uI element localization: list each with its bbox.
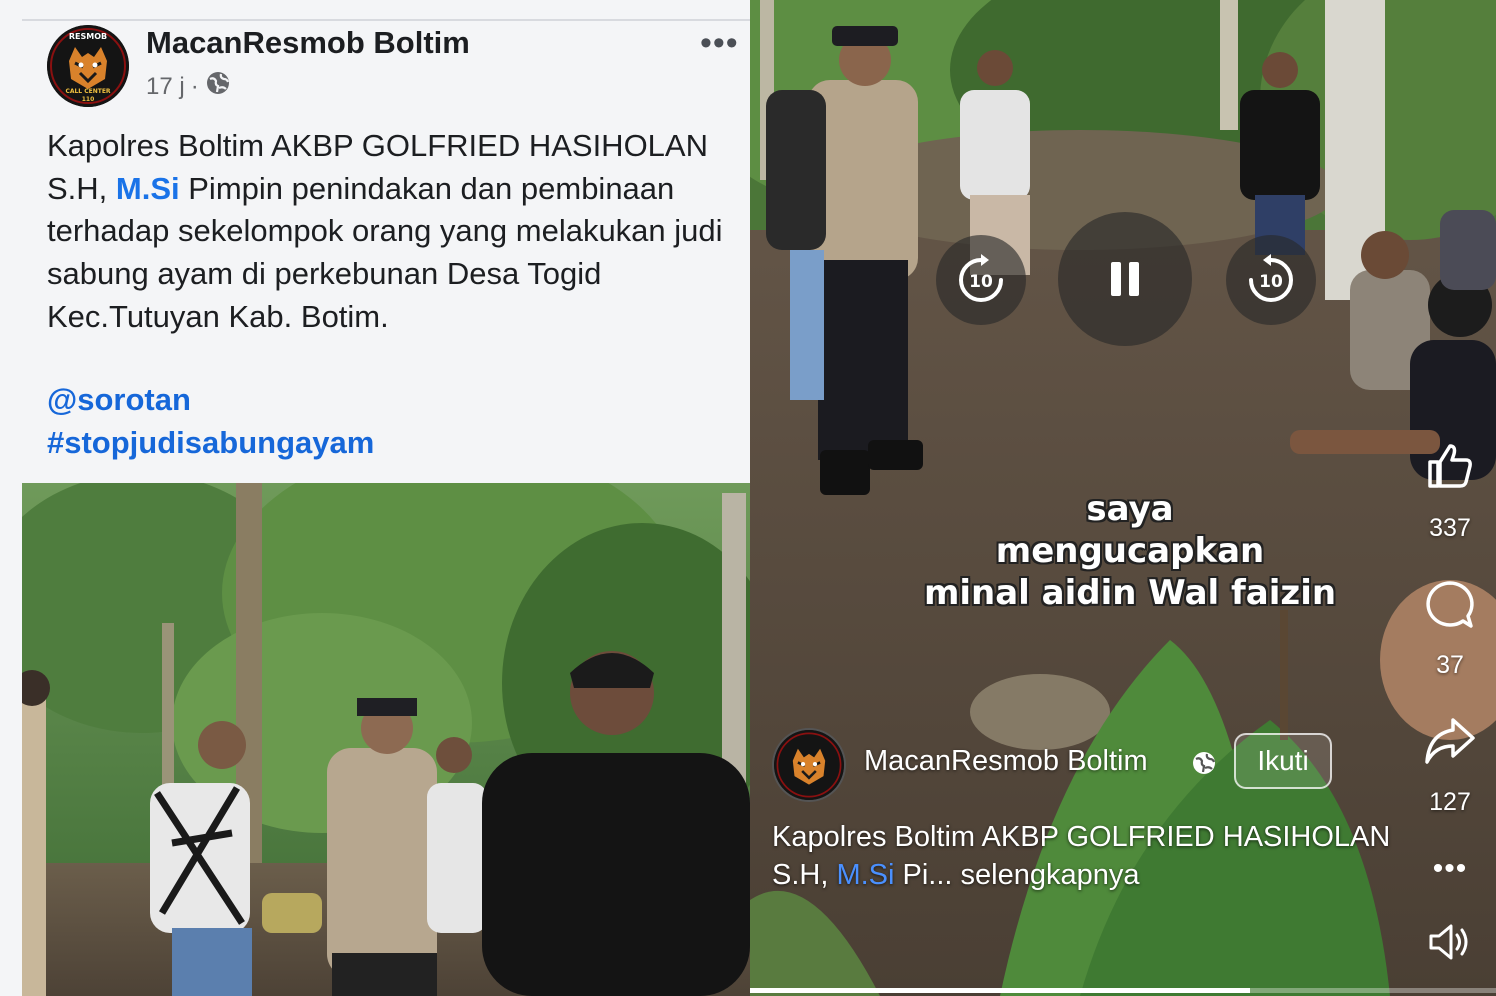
desc-highlight[interactable]: M.Si — [836, 859, 894, 891]
video-caption: saya mengucapkan minal aidin Wal faizin — [900, 488, 1360, 614]
more-icon[interactable]: ••• — [1422, 852, 1478, 886]
forward-10-icon: 10 — [1249, 254, 1293, 302]
share-icon — [1425, 718, 1475, 764]
globe-icon — [1191, 750, 1217, 781]
avatar-number: 110 — [82, 96, 95, 103]
forward-label: 10 — [1259, 272, 1283, 292]
volume-button[interactable] — [1422, 920, 1478, 964]
channel-avatar[interactable] — [772, 728, 846, 802]
forward-button[interactable]: 10 — [1226, 235, 1316, 325]
video-progress-fill — [750, 988, 1250, 993]
post-text: Kapolres Boltim AKBP GOLFRIED HASIHOLAN … — [47, 125, 737, 339]
like-icon — [1428, 444, 1472, 488]
pause-icon — [1111, 262, 1139, 296]
volume-icon — [1429, 924, 1468, 960]
divider — [22, 19, 750, 21]
post-text-highlight[interactable]: M.Si — [116, 171, 180, 206]
pause-button[interactable] — [1058, 212, 1192, 346]
hashtag-link[interactable]: #stopjudisabungayam — [47, 425, 374, 461]
avatar-top-text: RESMOB — [69, 32, 107, 41]
post-time[interactable]: 17 j — [146, 73, 185, 101]
video-description[interactable]: Kapolres Boltim AKBP GOLFRIED HASIHOLAN … — [772, 818, 1392, 894]
caption-line: mengucapkan — [995, 531, 1265, 571]
post-meta: 17 j · — [146, 70, 231, 103]
video-progress-bar[interactable] — [750, 988, 1496, 993]
comment-button[interactable] — [1422, 578, 1478, 632]
share-button[interactable] — [1422, 716, 1478, 766]
like-count: 337 — [1429, 514, 1471, 542]
desc-end[interactable]: Pi... selengkapnya — [894, 859, 1140, 891]
rewind-label: 10 — [969, 272, 993, 292]
more-dots: ••• — [1432, 852, 1468, 885]
comment-icon — [1426, 581, 1474, 628]
caption-line: minal aidin Wal faizin — [923, 573, 1337, 613]
post-author[interactable]: MacanResmob Boltim — [146, 25, 470, 61]
post-avatar[interactable]: RESMOB CALL CENTER 110 — [47, 25, 129, 107]
follow-button[interactable]: Ikuti — [1234, 733, 1332, 789]
globe-icon — [205, 70, 231, 103]
channel-name[interactable]: MacanResmob Boltim — [864, 745, 1148, 778]
like-button[interactable] — [1422, 440, 1478, 492]
more-icon[interactable]: ••• — [700, 24, 739, 63]
facebook-post: RESMOB CALL CENTER 110 MacanResmob Bolti… — [0, 0, 750, 996]
caption-line: saya — [1086, 489, 1174, 529]
avatar-bottom-text: CALL CENTER — [65, 88, 110, 95]
mention-link[interactable]: @sorotan — [47, 382, 191, 418]
comment-count: 37 — [1436, 651, 1464, 679]
meta-separator: · — [190, 72, 199, 100]
rewind-10-icon: 10 — [959, 254, 1003, 302]
share-count: 127 — [1429, 788, 1471, 816]
post-photo[interactable] — [22, 483, 750, 996]
rewind-button[interactable]: 10 — [936, 235, 1026, 325]
